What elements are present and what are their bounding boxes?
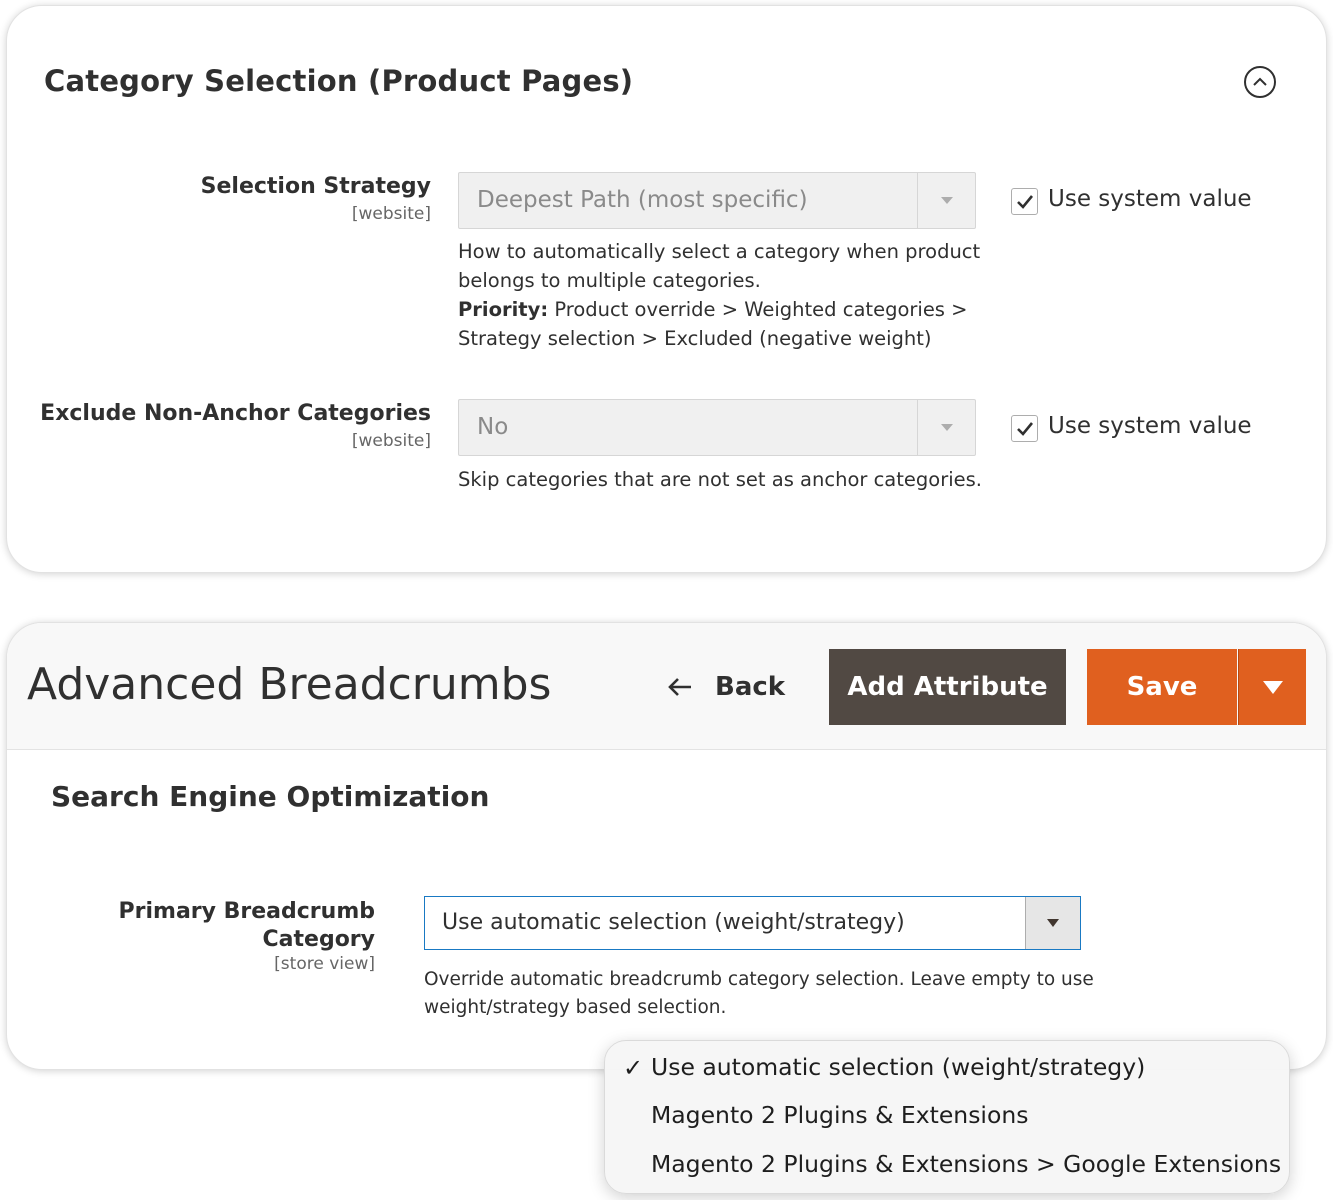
use-system-value-label[interactable]: Use system value bbox=[1048, 186, 1252, 212]
section-title: Category Selection (Product Pages) bbox=[44, 64, 634, 98]
primary-breadcrumb-label: Primary Breadcrumb Category bbox=[87, 898, 376, 954]
checkmark-icon: ✓ bbox=[623, 1054, 644, 1082]
note-line: Override automatic breadcrumb category s… bbox=[424, 969, 1094, 990]
checkmark-icon bbox=[1016, 422, 1033, 436]
save-button[interactable]: Save bbox=[1087, 649, 1237, 725]
select-value: No bbox=[477, 414, 509, 440]
dropdown-option[interactable]: Use automatic selection (weight/strategy… bbox=[651, 1053, 1145, 1081]
primary-breadcrumb-note: Override automatic breadcrumb category s… bbox=[424, 966, 1114, 1022]
select-value: Use automatic selection (weight/strategy… bbox=[442, 910, 905, 935]
dropdown-arrow-icon bbox=[1025, 897, 1080, 949]
scope-label: [store view] bbox=[274, 954, 375, 974]
note-line: belongs to multiple categories. bbox=[458, 269, 761, 292]
priority-label: Priority: bbox=[458, 298, 549, 321]
save-options-toggle[interactable] bbox=[1238, 649, 1306, 725]
caret-down-icon bbox=[1262, 680, 1283, 694]
label-line: Category bbox=[262, 927, 375, 952]
checkmark-icon bbox=[1016, 195, 1033, 209]
exclude-non-anchor-select[interactable]: No bbox=[458, 399, 976, 456]
use-system-value-label[interactable]: Use system value bbox=[1048, 413, 1252, 439]
scope-label: [website] bbox=[351, 204, 431, 224]
category-selection-panel: Category Selection (Product Pages) Selec… bbox=[6, 5, 1327, 573]
dropdown-arrow-icon bbox=[917, 173, 975, 228]
dropdown-arrow-icon bbox=[917, 400, 975, 455]
selection-strategy-note: How to automatically select a category w… bbox=[458, 237, 998, 353]
priority-text: Product override > Weighted categories > bbox=[548, 298, 968, 321]
back-button[interactable]: Back bbox=[667, 667, 785, 707]
dropdown-option[interactable]: Magento 2 Plugins & Extensions > Google … bbox=[651, 1150, 1281, 1178]
scope-label: [website] bbox=[351, 431, 431, 451]
dropdown-option[interactable]: Magento 2 Plugins & Extensions bbox=[651, 1101, 1028, 1129]
primary-breadcrumb-select[interactable]: Use automatic selection (weight/strategy… bbox=[424, 896, 1081, 950]
selection-strategy-select[interactable]: Deepest Path (most specific) bbox=[458, 172, 976, 229]
back-label: Back bbox=[715, 672, 786, 702]
exclude-non-anchor-label: Exclude Non-Anchor Categories bbox=[40, 401, 431, 426]
breadcrumb-category-dropdown-menu: ✓ Use automatic selection (weight/strate… bbox=[604, 1040, 1290, 1194]
label-line: Primary Breadcrumb bbox=[118, 899, 376, 924]
page-title: Advanced Breadcrumbs bbox=[27, 659, 552, 710]
note-line: weight/strategy based selection. bbox=[424, 997, 727, 1018]
use-system-value-checkbox[interactable] bbox=[1011, 188, 1038, 215]
exclude-non-anchor-note: Skip categories that are not set as anch… bbox=[458, 468, 982, 491]
note-line: How to automatically select a category w… bbox=[458, 240, 981, 263]
note-line: Priority: Product override > Weighted ca… bbox=[458, 295, 998, 324]
add-attribute-button[interactable]: Add Attribute bbox=[829, 649, 1066, 725]
note-line: Strategy selection > Excluded (negative … bbox=[458, 327, 932, 350]
arrow-left-icon bbox=[668, 678, 691, 696]
selection-strategy-label: Selection Strategy bbox=[200, 174, 431, 199]
advanced-breadcrumbs-panel: Advanced Breadcrumbs Back Add Attribute … bbox=[6, 622, 1327, 1070]
use-system-value-checkbox[interactable] bbox=[1011, 415, 1038, 442]
select-value: Deepest Path (most specific) bbox=[477, 187, 808, 213]
page-header: Advanced Breadcrumbs Back Add Attribute … bbox=[7, 623, 1326, 750]
collapse-up-icon[interactable] bbox=[1244, 66, 1276, 98]
seo-section-title: Search Engine Optimization bbox=[51, 780, 490, 813]
